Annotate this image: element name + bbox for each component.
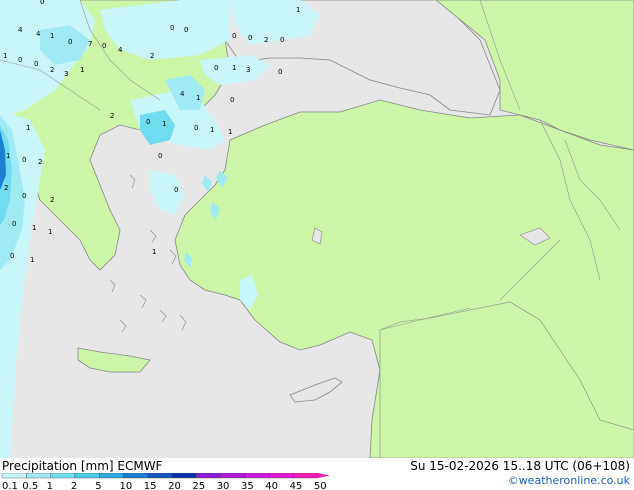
scale-swatch [123,473,148,479]
precip-value-label: 0 [248,34,252,42]
scale-tick-label: 1 [47,481,53,490]
precip-value-label: 0 [230,96,234,104]
precip-value-label: 4 [180,90,185,98]
scale-arrow [317,473,330,478]
scale-tick-label: 15 [144,481,157,490]
precip-value-label: 2 [38,158,42,166]
precip-value-label: 1 [228,128,232,136]
precip-value-label: 0 [278,68,282,76]
precip-value-label: 2 [150,52,154,60]
scale-tick-label: 10 [120,481,133,490]
scale-swatch [50,473,76,479]
scale-tick-label: 25 [192,481,205,490]
precip-value-label: 1 [48,228,52,236]
precip-value-label: 1 [162,120,166,128]
precip-value-label: 0 [174,186,178,194]
scale-swatch [26,473,51,479]
precip-value-label: 0 [34,60,38,68]
map-footer: Precipitation [mm] ECMWF Su 15-02-2026 1… [0,458,634,490]
precip-value-label: 0 [10,252,14,260]
map-title: Precipitation [mm] ECMWF [2,459,163,473]
scale-swatch [171,473,197,479]
precip-value-label: 0 [280,36,284,44]
precip-value-label: 0 [146,118,150,126]
precip-value-label: 1 [30,256,34,264]
precip-color-scale: 0.1 0.5 1 2 5 10 15 20 25 30 35 40 45 50 [1,473,330,490]
precip-value-label: 0 [194,124,198,132]
scale-tick-label: 40 [265,481,278,490]
scale-swatch [98,473,124,479]
scale-swatch [1,473,27,479]
precip-value-label: 0 [12,220,16,228]
precip-value-label: 0 [68,38,72,46]
scale-tick-label: 5 [95,481,101,490]
scale-tick-label: 0.5 [22,481,38,490]
scale-swatch [244,473,270,479]
scale-swatch [196,473,221,479]
precip-value-label: 3 [64,70,68,78]
precip-value-label: 4 [18,26,23,34]
precip-value-label: 0 [40,0,44,6]
precip-value-label: 1 [232,64,236,72]
precip-value-label: 2 [50,66,54,74]
precip-value-label: 1 [50,32,54,40]
precip-value-label: 2 [110,112,114,120]
scale-swatch [74,473,100,479]
precip-value-label: 0 [214,64,218,72]
precipitation-map: 0 4 4 1 0 7 0 4 2 0 0 0 0 2 0 1 1 0 0 2 3 1 0 1 3 0 4 1 0 2 0 1 0 1 1 0 1 1 0 2… [0,0,634,458]
precip-value-label: 1 [210,126,214,134]
credit-link[interactable]: ©weatheronline.co.uk [508,474,630,487]
scale-tick-label: 0.1 [2,481,18,490]
precip-value-label: 0 [158,152,162,160]
scale-tick-label: 50 [314,481,327,490]
precip-value-label: 1 [26,124,30,132]
precip-value-label: 0 [22,192,26,200]
precip-value-label: 1 [152,248,156,256]
scale-tick-label: 30 [217,481,230,490]
precip-value-label: 0 [22,156,26,164]
precip-value-label: 1 [32,224,36,232]
precip-value-label: 3 [246,66,250,74]
precip-value-label: 1 [196,94,200,102]
precip-value-label: 0 [18,56,22,64]
precip-value-label: 0 [232,32,236,40]
precip-value-label: 2 [264,36,268,44]
scale-tick-label: 2 [71,481,77,490]
precip-value-label: 1 [3,52,7,60]
scale-tick-label: 35 [241,481,254,490]
precip-value-label: 4 [118,46,123,54]
precip-value-label: 1 [6,152,10,160]
scale-swatch [147,473,173,479]
scale-swatch [293,473,319,479]
precip-value-label: 2 [4,184,8,192]
scale-tick-label: 45 [290,481,303,490]
precip-value-label: 7 [88,40,92,48]
precip-value-label: 0 [170,24,174,32]
precip-value-label: 0 [102,42,106,50]
forecast-datetime: Su 15-02-2026 15..18 UTC (06+108) [410,459,630,473]
precip-value-label: 1 [296,6,300,14]
scale-tick-label: 20 [168,481,181,490]
scale-swatch [269,473,294,479]
precip-value-label: 1 [80,66,84,74]
precip-value-label: 0 [184,26,188,34]
precip-value-label: 2 [50,196,54,204]
precip-value-label: 4 [36,30,41,38]
scale-swatch [220,473,246,479]
